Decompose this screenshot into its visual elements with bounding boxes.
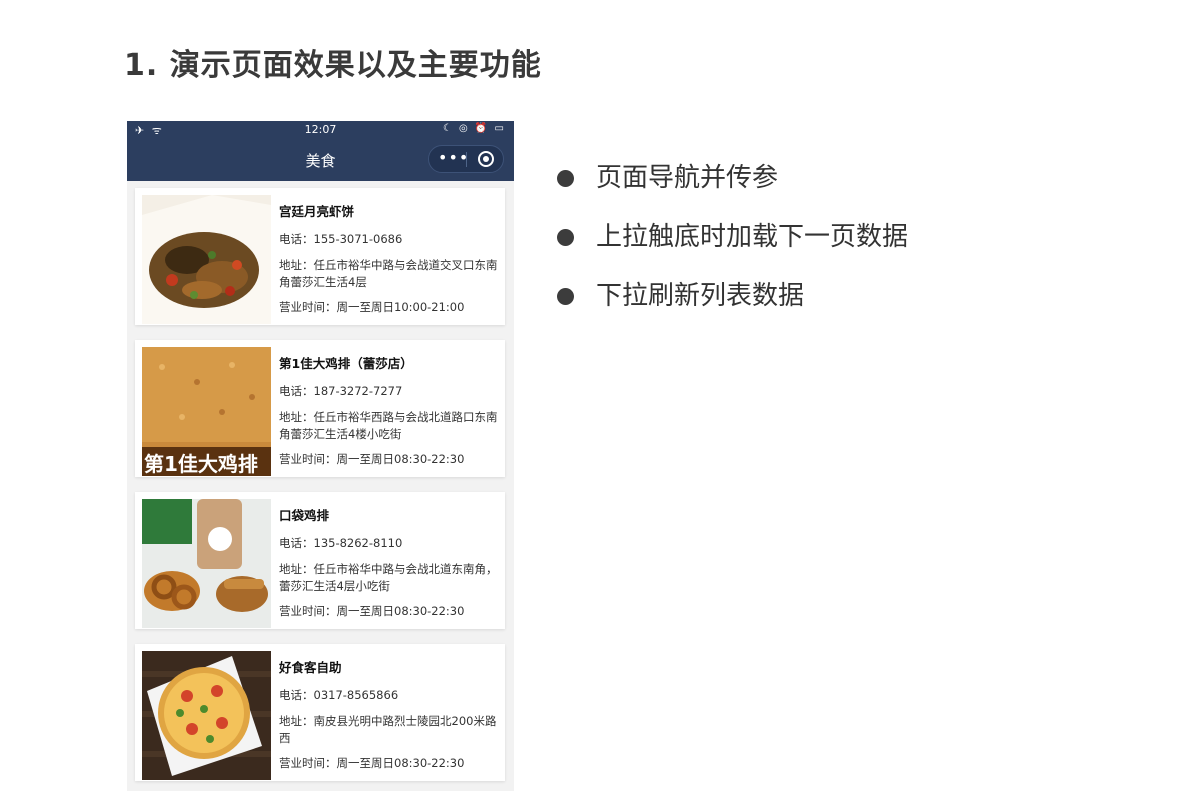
bullet-dot-icon — [557, 229, 574, 246]
shop-name: 好食客自助 — [279, 660, 342, 675]
shop-card[interactable]: 宫廷月亮虾饼 电话：155-3071-0686 地址：任丘市裕华中路与会战道交叉… — [135, 188, 505, 325]
capsule-divider — [466, 152, 467, 167]
feature-text: 上拉触底时加载下一页数据 — [596, 222, 909, 252]
shop-name: 口袋鸡排 — [279, 508, 330, 523]
feature-item: 下拉刷新列表数据 — [556, 278, 908, 314]
feature-text: 下拉刷新列表数据 — [596, 281, 805, 311]
miniprogram-capsule: ••• — [428, 145, 504, 173]
bullet-dot-icon — [557, 170, 574, 187]
shop-name: 第1佳大鸡排（蕾莎店） — [279, 356, 413, 371]
shop-phone: 电话：187-3272-7277 — [279, 384, 403, 398]
shop-phone: 电话：135-8262-8110 — [279, 536, 403, 550]
image-caption: 第1佳大鸡排 — [144, 452, 258, 476]
feature-text: 页面导航并传参 — [596, 163, 779, 193]
shop-image-shrimp-cake — [142, 195, 271, 324]
shop-image-pizza — [142, 651, 271, 780]
shop-name: 宫廷月亮虾饼 — [279, 204, 355, 219]
shop-hours: 营业时间：周一至周日10:00-21:00 — [279, 300, 465, 314]
feature-item: 页面导航并传参 — [556, 160, 908, 196]
close-target-icon[interactable] — [478, 151, 494, 167]
shop-hours: 营业时间：周一至周日08:30-22:30 — [279, 604, 465, 618]
shop-card[interactable]: 口袋鸡排 电话：135-8262-8110 地址：任丘市裕华中路与会战北道东南角… — [135, 492, 505, 629]
shop-address: 地址：南皮县光明中路烈士陵园北200米路西 — [279, 714, 497, 745]
more-icon[interactable]: ••• — [438, 148, 469, 167]
shop-address: 地址：任丘市裕华西路与会战北道路口东南角蕾莎汇生活4楼小吃街 — [279, 410, 498, 441]
status-icons: ☾ ◎ ⏰ ▭ — [442, 123, 506, 134]
shop-address: 地址：任丘市裕华中路与会战北道东南角，蕾莎汇生活4层小吃街 — [279, 562, 498, 593]
shop-address: 地址：任丘市裕华中路与会战道交叉口东南角蕾莎汇生活4层 — [279, 258, 498, 289]
shop-phone: 电话：0317-8565866 — [279, 688, 399, 702]
shop-hours: 营业时间：周一至周日08:30-22:30 — [279, 452, 465, 466]
shop-image-onion-rings — [142, 499, 271, 628]
slide-title: 1. 演示页面效果以及主要功能 — [124, 48, 542, 83]
feature-list: 页面导航并传参 上拉触底时加载下一页数据 下拉刷新列表数据 — [556, 160, 908, 337]
shop-card[interactable]: 第1佳大鸡排 第1佳大鸡排（蕾莎店） 电话：187-3272-7277 地址：任… — [135, 340, 505, 477]
shop-card[interactable]: 好食客自助 电话：0317-8565866 地址：南皮县光明中路烈士陵园北200… — [135, 644, 505, 781]
shop-hours: 营业时间：周一至周日08:30-22:30 — [279, 756, 465, 770]
navigation-bar: 美食 ••• — [127, 139, 514, 181]
shop-list: 宫廷月亮虾饼 电话：155-3071-0686 地址：任丘市裕华中路与会战道交叉… — [135, 188, 505, 791]
phone-screen: ✈ ᯤ 12:07 ☾ ◎ ⏰ ▭ 美食 ••• 宫廷月亮虾饼 电话：155-3… — [127, 121, 514, 791]
feature-item: 上拉触底时加载下一页数据 — [556, 219, 908, 255]
shop-image-chicken-cutlet: 第1佳大鸡排 — [142, 347, 271, 476]
shop-phone: 电话：155-3071-0686 — [279, 232, 403, 246]
bullet-dot-icon — [557, 288, 574, 305]
status-bar: ✈ ᯤ 12:07 ☾ ◎ ⏰ ▭ — [127, 121, 514, 139]
